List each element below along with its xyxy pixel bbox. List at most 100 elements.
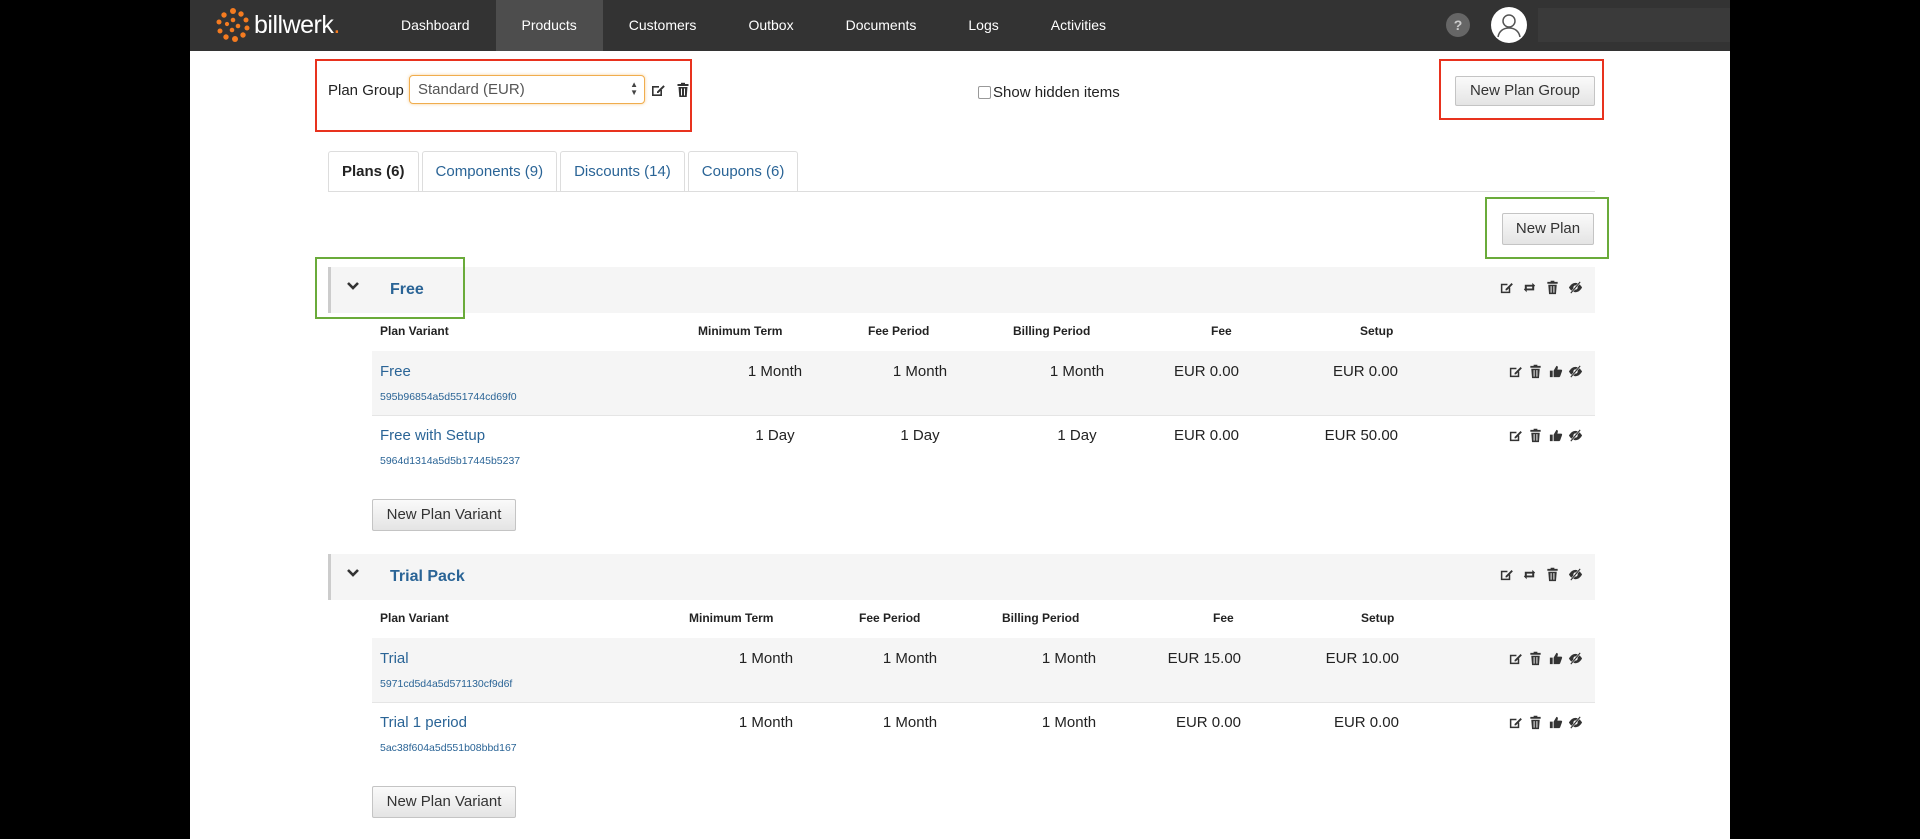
fee-value: EUR 0.00 <box>1173 427 1239 444</box>
col-fee: Fee <box>1213 611 1234 625</box>
help-icon[interactable]: ? <box>1446 13 1470 37</box>
col-plan-variant: Plan Variant <box>380 611 449 625</box>
edit-plan-group-icon[interactable] <box>650 82 666 98</box>
plan-group-header-free: Free <box>328 267 1595 313</box>
col-billing-period: Billing Period <box>1013 324 1091 338</box>
variant-id: 595b96854a5d551744cd69f0 <box>380 391 517 403</box>
tab-coupons[interactable]: Coupons (6) <box>687 151 799 192</box>
variant-id: 5ac38f604a5d551b08bbd167 <box>380 742 517 754</box>
hide-plan-icon[interactable] <box>1568 567 1583 582</box>
delete-plan-group-icon[interactable] <box>675 82 691 98</box>
hide-variant-icon[interactable] <box>1568 715 1583 730</box>
variant-name-link[interactable]: Free with Setup <box>380 427 485 444</box>
variant-actions <box>1508 428 1583 443</box>
table-row: Trial 1 period 5ac38f604a5d551b08bbd167 … <box>372 702 1595 766</box>
brand-name: billwerk. <box>254 10 340 39</box>
plan-actions <box>1499 280 1583 295</box>
fee-value: EUR 0.00 <box>1173 363 1239 380</box>
plan-title-trial-pack[interactable]: Trial Pack <box>390 568 465 586</box>
fee-period-value: 1 Month <box>882 650 938 667</box>
variant-name-link[interactable]: Trial 1 period <box>380 714 467 731</box>
chevron-down-icon[interactable] <box>346 566 360 580</box>
delete-variant-icon[interactable] <box>1528 364 1543 379</box>
fee-value: EUR 0.00 <box>1175 714 1241 731</box>
delete-plan-icon[interactable] <box>1545 567 1560 582</box>
nav-products[interactable]: Products <box>495 0 603 51</box>
col-fee-period: Fee Period <box>859 611 921 625</box>
min-term-value: 1 Month <box>747 363 803 380</box>
tab-discounts[interactable]: Discounts (14) <box>560 151 685 192</box>
edit-variant-icon[interactable] <box>1508 715 1523 730</box>
nav-activities[interactable]: Activities <box>1025 0 1132 51</box>
thumb-up-icon[interactable] <box>1548 715 1563 730</box>
plan-group-selected: Standard (EUR) <box>418 81 525 98</box>
hide-variant-icon[interactable] <box>1568 364 1583 379</box>
fee-period-value: 1 Month <box>892 363 948 380</box>
nav-documents[interactable]: Documents <box>820 0 943 51</box>
new-plan-variant-button[interactable]: New Plan Variant <box>372 786 516 818</box>
product-tabs: Plans (6) Components (9) Discounts (14) … <box>328 151 801 192</box>
thumb-up-icon[interactable] <box>1548 364 1563 379</box>
variant-name-link[interactable]: Trial <box>380 650 409 667</box>
main-menu: Dashboard Products Customers Outbox Docu… <box>375 0 1132 51</box>
hide-variant-icon[interactable] <box>1568 428 1583 443</box>
edit-plan-icon[interactable] <box>1499 567 1514 582</box>
col-minimum-term: Minimum Term <box>689 611 774 625</box>
edit-plan-icon[interactable] <box>1499 280 1514 295</box>
thumb-up-icon[interactable] <box>1548 651 1563 666</box>
variant-actions <box>1508 715 1583 730</box>
edit-variant-icon[interactable] <box>1508 651 1523 666</box>
variant-name-link[interactable]: Free <box>380 363 411 380</box>
edit-variant-icon[interactable] <box>1508 364 1523 379</box>
col-billing-period: Billing Period <box>1002 611 1080 625</box>
setup-value: EUR 0.00 <box>1332 363 1398 380</box>
delete-variant-icon[interactable] <box>1528 715 1543 730</box>
show-hidden-toggle[interactable]: Show hidden items <box>978 84 1120 101</box>
edit-variant-icon[interactable] <box>1508 428 1523 443</box>
nav-logs[interactable]: Logs <box>942 0 1024 51</box>
plan-group-header-trial-pack: Trial Pack <box>328 554 1595 600</box>
col-setup: Setup <box>1360 324 1394 338</box>
delete-plan-icon[interactable] <box>1545 280 1560 295</box>
copy-plan-icon[interactable] <box>1522 567 1537 582</box>
hide-variant-icon[interactable] <box>1568 651 1583 666</box>
thumb-up-icon[interactable] <box>1548 428 1563 443</box>
highlight-free-group <box>315 257 465 319</box>
billwerk-logo[interactable]: billwerk. <box>215 6 340 44</box>
hide-plan-icon[interactable] <box>1568 280 1583 295</box>
new-plan-button[interactable]: New Plan <box>1502 213 1594 245</box>
setup-value: EUR 0.00 <box>1333 714 1399 731</box>
tab-plans[interactable]: Plans (6) <box>328 151 419 192</box>
variant-actions <box>1508 364 1583 379</box>
show-hidden-checkbox[interactable] <box>978 86 991 99</box>
tab-components[interactable]: Components (9) <box>421 151 558 192</box>
setup-value: EUR 50.00 <box>1324 427 1398 444</box>
min-term-value: 1 Day <box>755 427 795 444</box>
delete-variant-icon[interactable] <box>1528 428 1543 443</box>
app-window: billwerk. Dashboard Products Customers O… <box>190 0 1730 839</box>
min-term-value: 1 Month <box>738 650 794 667</box>
select-arrows-icon: ▲ ▼ <box>630 80 638 97</box>
nav-customers[interactable]: Customers <box>603 0 723 51</box>
new-plan-group-button[interactable]: New Plan Group <box>1455 76 1595 106</box>
col-fee: Fee <box>1211 324 1232 338</box>
tabs-divider <box>328 191 1595 192</box>
user-menu[interactable] <box>1538 8 1730 42</box>
setup-value: EUR 10.00 <box>1325 650 1399 667</box>
delete-variant-icon[interactable] <box>1528 651 1543 666</box>
plan-actions <box>1499 567 1583 582</box>
col-fee-period: Fee Period <box>868 324 930 338</box>
plan-group-select[interactable]: Standard (EUR) ▲ ▼ <box>409 75 645 104</box>
fee-value: EUR 15.00 <box>1167 650 1241 667</box>
nav-outbox[interactable]: Outbox <box>722 0 819 51</box>
show-hidden-label: Show hidden items <box>993 84 1120 101</box>
table-row: Trial 5971cd5d4a5d571130cf9d6f 1 Month 1… <box>372 638 1595 702</box>
new-plan-variant-button[interactable]: New Plan Variant <box>372 499 516 531</box>
nav-dashboard[interactable]: Dashboard <box>375 0 496 51</box>
fee-period-value: 1 Month <box>882 714 938 731</box>
table-row: Free 595b96854a5d551744cd69f0 1 Month 1 … <box>372 351 1595 415</box>
user-avatar[interactable] <box>1491 7 1527 43</box>
col-plan-variant: Plan Variant <box>380 324 449 338</box>
copy-plan-icon[interactable] <box>1522 280 1537 295</box>
plan-group-label: Plan Group <box>328 82 404 99</box>
